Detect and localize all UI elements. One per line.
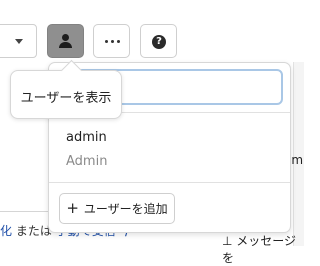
plus-icon: +	[66, 199, 79, 217]
background-divider	[0, 211, 48, 212]
add-user-button[interactable]: + ユーザーを追加	[59, 193, 175, 224]
user-name[interactable]: admin	[66, 130, 107, 145]
background-middle-text: または	[15, 224, 52, 238]
user-icon-body	[59, 42, 72, 48]
add-user-label: ユーザーを追加	[83, 202, 168, 216]
background-prefix: 化	[0, 224, 13, 238]
tooltip: ユーザーを表示	[10, 59, 122, 119]
ellipsis-icon	[105, 40, 120, 43]
background-bottom-right: ⊥ メッセージを	[222, 232, 304, 266]
user-icon	[62, 34, 69, 41]
user-button[interactable]	[47, 24, 84, 58]
more-options-button[interactable]	[93, 24, 130, 58]
user-role: Admin	[66, 154, 108, 169]
dropdown-button[interactable]	[0, 24, 37, 58]
chevron-down-icon	[15, 39, 23, 44]
divider	[49, 182, 290, 183]
help-icon: ?	[152, 35, 166, 49]
help-button[interactable]: ?	[140, 24, 177, 58]
tooltip-label: ユーザーを表示	[20, 91, 112, 106]
toolbar: ?	[0, 0, 304, 66]
